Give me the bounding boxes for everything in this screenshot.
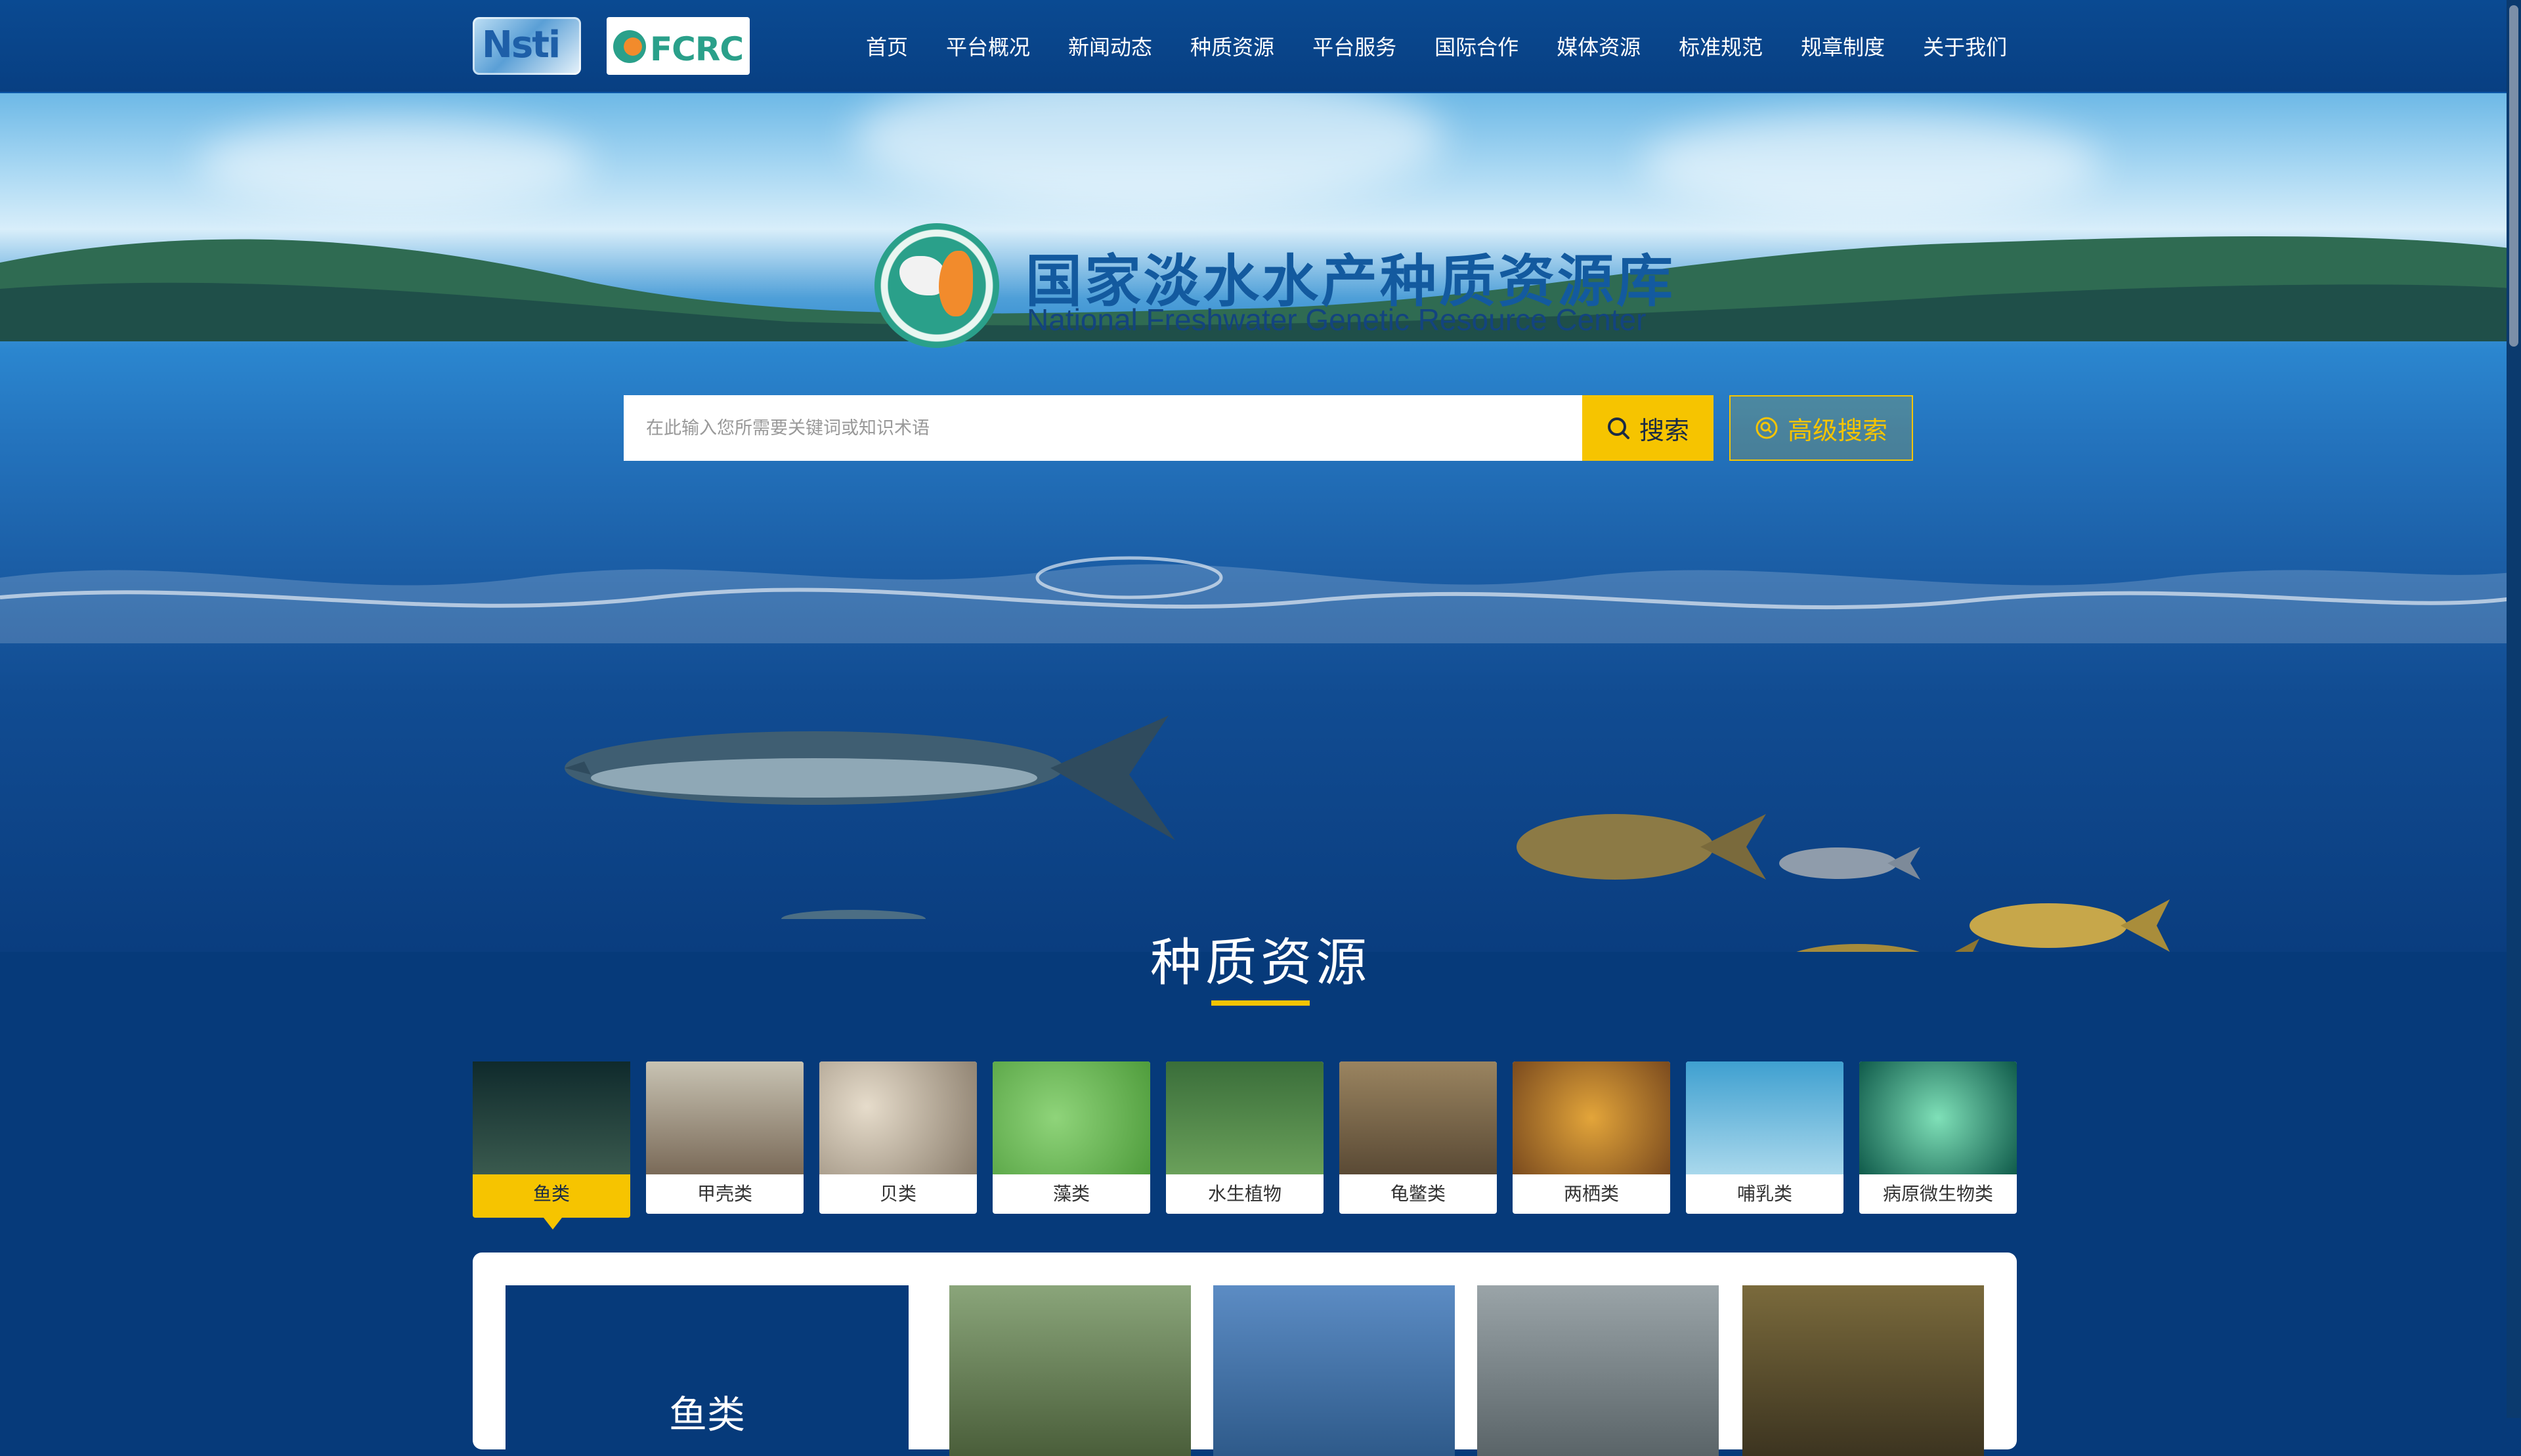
fcrc-logo[interactable]: FCRC (607, 17, 750, 75)
category-label: 鱼类 (532, 1183, 570, 1205)
scrollbar-thumb[interactable] (2509, 5, 2518, 347)
search-icon (1607, 418, 1629, 439)
aquatic-plant-photo (1166, 1061, 1324, 1174)
category-pathogen[interactable]: 病原微生物类 (1859, 1061, 2017, 1214)
nav-item-overview[interactable]: 平台概况 (946, 31, 1030, 61)
category-algae[interactable]: 藻类 (993, 1061, 1150, 1214)
nav-item-international[interactable]: 国际合作 (1434, 31, 1519, 61)
section-title-underline (1211, 1000, 1310, 1006)
fcrc-emblem-icon (613, 30, 646, 63)
advanced-search-button[interactable]: 高级搜索 (1729, 395, 1913, 461)
category-amphibian[interactable]: 两栖类 (1513, 1061, 1670, 1214)
algae-photo (993, 1061, 1150, 1174)
category-label: 藻类 (1052, 1183, 1090, 1205)
category-mammal[interactable]: 哺乳类 (1686, 1061, 1843, 1214)
dolphin-photo (1686, 1061, 1843, 1174)
category-label: 哺乳类 (1736, 1183, 1792, 1205)
category-label: 两栖类 (1563, 1183, 1619, 1205)
microbe-photo (1859, 1061, 2017, 1174)
category-turtle[interactable]: 龟鳖类 (1339, 1061, 1497, 1214)
nsti-logo[interactable]: Nsti (473, 17, 581, 75)
category-label: 贝类 (879, 1183, 916, 1205)
category-label: 龟鳖类 (1390, 1183, 1446, 1205)
nav-item-germplasm[interactable]: 种质资源 (1190, 31, 1274, 61)
sturgeon-illustration (565, 716, 1175, 919)
hero-banner: 国家淡水水产种质资源库 National Freshwater Genetic … (0, 92, 2521, 952)
active-pointer (544, 1218, 562, 1230)
category-label: 病原微生物类 (1882, 1183, 1993, 1205)
panel-category-tile[interactable]: 鱼类 (506, 1285, 909, 1456)
search-button[interactable]: 搜索 (1582, 395, 1713, 461)
nav-item-standards[interactable]: 标准规范 (1679, 31, 1763, 61)
fish-photo (473, 1061, 630, 1174)
fcrc-logo-text: FCRC (650, 30, 744, 68)
cloud-decoration (197, 118, 591, 210)
fish-species-image[interactable] (1742, 1285, 1984, 1456)
advanced-search-label: 高级搜索 (1787, 416, 1887, 445)
nav-item-news[interactable]: 新闻动态 (1068, 31, 1152, 61)
search-input[interactable] (624, 395, 1582, 461)
category-crustacean[interactable]: 甲壳类 (646, 1061, 804, 1214)
section-title: 种质资源 (1150, 933, 1371, 993)
nav-item-services[interactable]: 平台服务 (1312, 31, 1396, 61)
water-surface-illustration (0, 556, 2521, 643)
cloud-decoration (853, 92, 1444, 210)
frog-photo (1513, 1061, 1670, 1174)
small-fish-illustration (1779, 847, 1920, 880)
category-panel: 鱼类 (473, 1253, 2017, 1456)
nav-item-regulations[interactable]: 规章制度 (1801, 31, 1885, 61)
nav-item-media[interactable]: 媒体资源 (1557, 31, 1641, 61)
fish-species-image[interactable] (949, 1285, 1191, 1456)
fish-icon (939, 251, 973, 316)
fcrc-emblem-icon (874, 223, 999, 348)
panel-category-title: 鱼类 (668, 1392, 745, 1437)
nav-item-about[interactable]: 关于我们 (1923, 31, 2007, 61)
category-aquatic-plant[interactable]: 水生植物 (1166, 1061, 1324, 1214)
category-fish[interactable]: 鱼类 (473, 1061, 630, 1230)
category-label: 甲壳类 (697, 1183, 752, 1205)
fish-species-image[interactable] (1213, 1285, 1455, 1456)
nsti-logo-text: Nsti (482, 24, 561, 66)
clam-photo (819, 1061, 977, 1174)
main-menu: 首页 平台概况 新闻动态 种质资源 平台服务 国际合作 媒体资源 标准规范 规章… (847, 0, 2026, 92)
carp-illustration (1517, 814, 1766, 880)
fish-species-image[interactable] (1477, 1285, 1719, 1456)
category-label: 水生植物 (1207, 1183, 1282, 1205)
hero-title-en: National Freshwater Genetic Resource Cen… (1027, 303, 1647, 337)
crab-photo (646, 1061, 804, 1174)
cloud-decoration (1641, 112, 2101, 217)
top-nav-bar: Nsti FCRC 首页 平台概况 新闻动态 种质资源 平台服务 国际合作 媒体… (0, 0, 2521, 93)
advanced-search-icon (1756, 417, 1778, 439)
category-list: 鱼类 甲壳类 贝类 藻类 水生植物 龟鳖类 两栖类 哺乳类 病原微生物类 (473, 1061, 2017, 1230)
nav-item-home[interactable]: 首页 (866, 31, 908, 61)
turtle-photo (1339, 1061, 1497, 1174)
search-button-label: 搜索 (1639, 416, 1689, 445)
category-shellfish[interactable]: 贝类 (819, 1061, 977, 1214)
